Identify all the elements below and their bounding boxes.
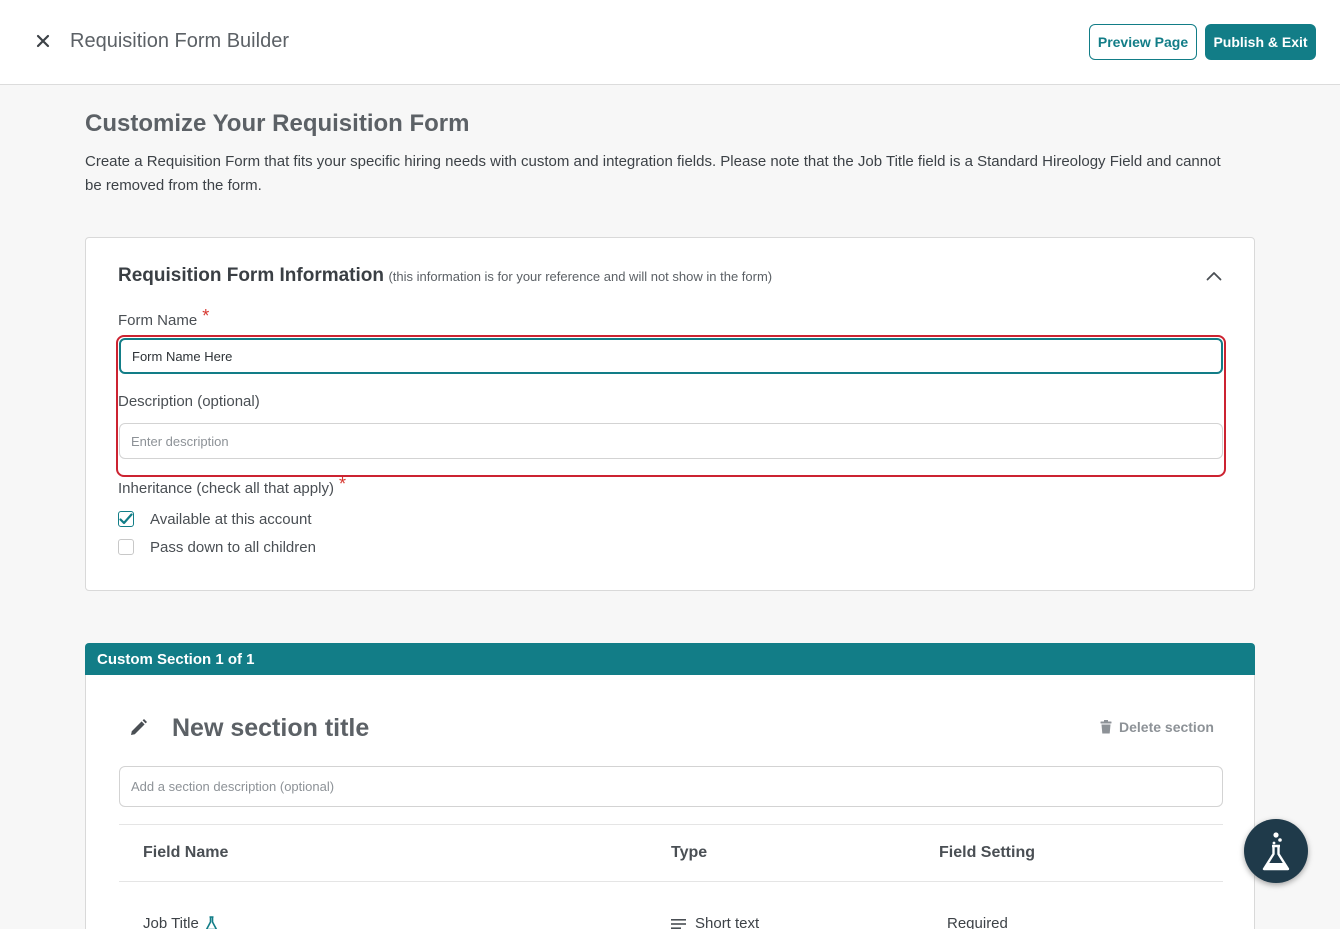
table-row-type: Short text	[671, 915, 759, 929]
custom-section-card: New section title Delete section Field N…	[85, 675, 1255, 929]
form-name-input[interactable]	[119, 338, 1223, 374]
lab-assistant-button[interactable]	[1244, 819, 1308, 883]
table-row-setting: Required	[947, 915, 1008, 929]
fields-table-header: Field Name Type Field Setting	[119, 824, 1223, 882]
inheritance-label-text: Inheritance (check all that apply)	[118, 480, 334, 497]
field-name: Job Title	[143, 915, 199, 929]
pencil-icon[interactable]	[127, 717, 151, 741]
delete-section-label: Delete section	[1119, 719, 1214, 735]
custom-section-header: Custom Section 1 of 1	[85, 643, 1255, 675]
trash-icon	[1100, 720, 1112, 734]
form-information-note: (this information is for your reference …	[388, 269, 773, 284]
preview-page-button[interactable]: Preview Page	[1089, 24, 1197, 60]
flask-icon	[1262, 832, 1290, 871]
top-bar: Requisition Form Builder Preview Page Pu…	[0, 0, 1340, 85]
option-available-at-account[interactable]: Available at this account	[118, 509, 312, 529]
option-pass-down-to-children[interactable]: Pass down to all children	[118, 537, 316, 557]
form-name-label-text: Form Name	[118, 312, 198, 329]
description-label: Description (optional)	[118, 393, 260, 410]
inheritance-label: Inheritance (check all that apply) *	[118, 474, 346, 498]
required-asterisk: *	[338, 474, 346, 494]
form-information-heading: Requisition Form Information (this infor…	[118, 265, 772, 287]
page-title: Customize Your Requisition Form	[85, 110, 470, 137]
app-title: Requisition Form Builder	[70, 30, 289, 52]
checkbox-unchecked[interactable]	[118, 539, 134, 555]
description-input[interactable]	[119, 423, 1223, 459]
form-name-label: Form Name *	[118, 306, 210, 330]
chevron-up-icon[interactable]	[1202, 264, 1226, 288]
field-setting: Required	[947, 915, 1008, 929]
column-header-field-name: Field Name	[143, 844, 229, 861]
publish-exit-button[interactable]: Publish & Exit	[1205, 24, 1316, 60]
option-label: Pass down to all children	[150, 538, 316, 556]
section-title[interactable]: New section title	[172, 714, 369, 743]
option-label: Available at this account	[150, 510, 312, 528]
form-information-card: Requisition Form Information (this infor…	[85, 237, 1255, 591]
table-row-field-name: Job Title	[143, 915, 218, 929]
section-description-input[interactable]	[119, 766, 1223, 807]
short-text-icon	[671, 918, 686, 929]
column-header-type: Type	[671, 844, 708, 861]
field-type: Short text	[695, 915, 760, 929]
form-information-title: Requisition Form Information	[118, 265, 384, 286]
checkbox-checked[interactable]	[118, 511, 134, 527]
column-header-field-setting: Field Setting	[939, 844, 1035, 861]
required-asterisk: *	[202, 306, 210, 326]
flask-icon	[205, 916, 218, 929]
delete-section-button[interactable]: Delete section	[1100, 719, 1214, 735]
page-description: Create a Requisition Form that fits your…	[85, 153, 1221, 194]
close-icon[interactable]	[30, 28, 56, 54]
